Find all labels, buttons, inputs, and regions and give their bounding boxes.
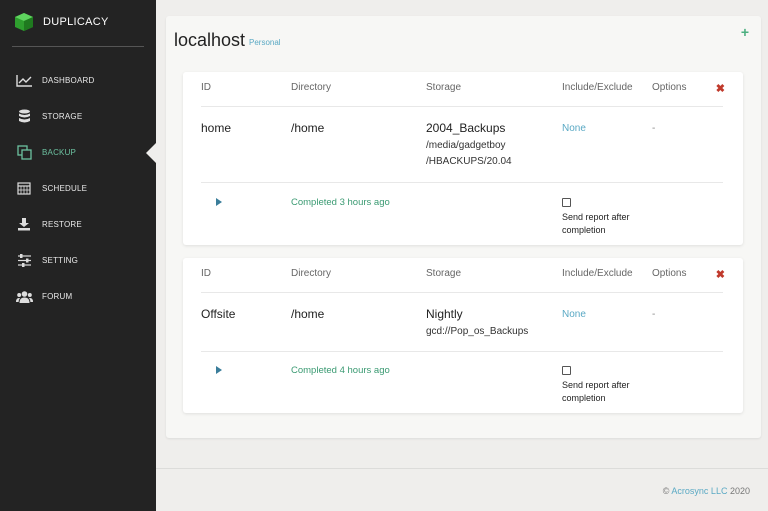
sidebar-item-label: SETTING <box>42 255 79 265</box>
backup-directory: /home <box>291 307 325 321</box>
app-name: DUPLICACY <box>43 16 109 28</box>
backup-id: home <box>201 121 232 135</box>
storage-name: 2004_Backups <box>426 121 506 135</box>
copyright-year: 2020 <box>729 486 750 496</box>
backup-status: Completed 3 hours ago <box>291 197 390 208</box>
sidebar-item-label: BACKUP <box>42 147 77 157</box>
divider <box>201 182 723 183</box>
send-report-checkbox[interactable] <box>562 366 571 375</box>
sidebar-item-schedule[interactable]: SCHEDULE <box>0 170 156 206</box>
options-value: - <box>652 309 656 320</box>
backup-status: Completed 4 hours ago <box>291 365 390 376</box>
divider <box>201 351 723 352</box>
column-header-storage: Storage <box>426 268 462 279</box>
run-backup-play-icon[interactable] <box>216 366 222 374</box>
download-icon <box>15 216 33 232</box>
host-title: localhost <box>174 30 246 50</box>
copyright-symbol: © <box>662 486 670 496</box>
chart-line-icon <box>15 72 33 88</box>
copy-icon <box>15 144 33 160</box>
sliders-icon <box>15 252 33 268</box>
sidebar-item-forum[interactable]: FORUM <box>0 278 156 314</box>
backup-id: Offsite <box>201 307 236 321</box>
send-report-label: Send report after completion <box>562 380 630 403</box>
sidebar: DUPLICACY DASHBOARD STORAGE BACKUP SCHED… <box>0 0 156 511</box>
include-exclude-link[interactable]: None <box>562 309 586 320</box>
sidebar-nav: DASHBOARD STORAGE BACKUP SCHEDULE RESTOR… <box>0 62 156 314</box>
run-backup-play-icon[interactable] <box>216 198 222 206</box>
storage-path: gcd://Pop_os_Backups <box>426 326 529 337</box>
footer-divider <box>156 468 768 469</box>
brand[interactable]: DUPLICACY <box>14 12 109 32</box>
backup-card: ID Directory Storage Include/Exclude Opt… <box>183 258 743 413</box>
divider <box>201 292 723 293</box>
column-header-include-exclude: Include/Exclude <box>562 268 633 279</box>
active-nav-pointer <box>146 143 156 163</box>
sidebar-item-label: FORUM <box>42 291 73 301</box>
column-header-storage: Storage <box>426 82 462 93</box>
brand-divider <box>12 46 144 47</box>
column-header-id: ID <box>201 82 211 93</box>
sidebar-item-label: DASHBOARD <box>42 75 95 85</box>
sidebar-item-label: STORAGE <box>42 111 83 121</box>
duplicacy-logo-icon <box>15 13 33 31</box>
sidebar-item-restore[interactable]: RESTORE <box>0 206 156 242</box>
divider <box>201 106 723 107</box>
column-header-directory: Directory <box>291 82 332 93</box>
host-badge: Personal <box>249 38 281 47</box>
sidebar-item-backup[interactable]: BACKUP <box>0 134 156 170</box>
storage-path: /media/gadgetboy <box>426 140 506 151</box>
column-header-options: Options <box>652 268 687 279</box>
sidebar-item-setting[interactable]: SETTING <box>0 242 156 278</box>
sidebar-item-label: SCHEDULE <box>42 183 88 193</box>
column-header-id: ID <box>201 268 211 279</box>
include-exclude-link[interactable]: None <box>562 123 586 134</box>
calendar-icon <box>15 180 33 196</box>
backup-card: ID Directory Storage Include/Exclude Opt… <box>183 72 743 245</box>
backup-directory: /home <box>291 121 325 135</box>
storage-path: /HBACKUPS/20.04 <box>426 156 512 167</box>
sidebar-item-storage[interactable]: STORAGE <box>0 98 156 134</box>
delete-backup-icon[interactable]: ✖ <box>716 268 725 281</box>
sidebar-item-label: RESTORE <box>42 219 82 229</box>
database-icon <box>15 108 33 124</box>
column-header-include-exclude: Include/Exclude <box>562 82 633 93</box>
send-report-label: Send report after completion <box>562 212 630 235</box>
host-panel: localhost Personal + ID Directory Storag… <box>166 16 761 438</box>
storage-name: Nightly <box>426 307 463 321</box>
options-value: - <box>652 123 656 134</box>
users-icon <box>15 288 33 304</box>
column-header-options: Options <box>652 82 687 93</box>
send-report-checkbox[interactable] <box>562 198 571 207</box>
delete-backup-icon[interactable]: ✖ <box>716 82 725 95</box>
company-link[interactable]: Acrosync LLC <box>671 486 727 496</box>
sidebar-item-dashboard[interactable]: DASHBOARD <box>0 62 156 98</box>
footer: © Acrosync LLC 2020 <box>663 486 750 496</box>
add-backup-button[interactable]: + <box>741 24 749 40</box>
column-header-directory: Directory <box>291 268 332 279</box>
